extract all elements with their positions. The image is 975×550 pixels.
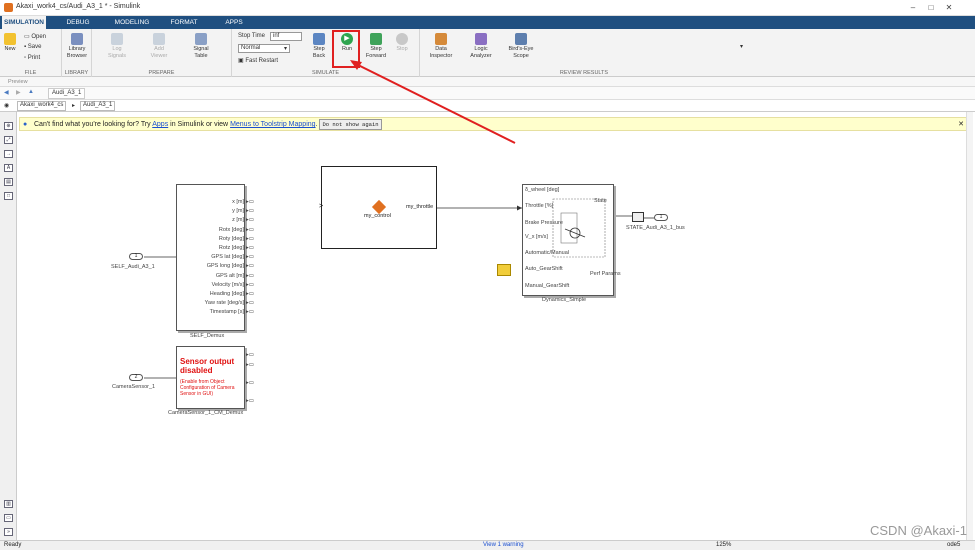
my-control-block[interactable]: my_control my_throttle > (319, 166, 437, 249)
vertical-scrollbar[interactable] (966, 112, 973, 540)
status-bar: Ready View 1 warning 125% ode5 (0, 540, 975, 550)
demux-port-label: y [m] (232, 208, 244, 215)
status-text: Ready (4, 542, 22, 548)
dynamics-state-port: State (594, 198, 607, 204)
demux-output-port: ▸▭ (246, 235, 254, 242)
demux-port-label: GPS long [deg] (206, 263, 244, 270)
demux-port-label: x [m] (232, 199, 244, 205)
demux-port-label: z [m] (232, 217, 244, 224)
camera-port: ▸▭ (246, 362, 254, 368)
demux-output-port: ▸▭ (246, 300, 254, 307)
dynamics-input-label: Manual_GearShift (525, 283, 570, 289)
demux-output-port: ▸▭ (246, 254, 254, 261)
matlab-function-icon (371, 199, 387, 215)
dynamics-input-label: Automatic/Manual (525, 250, 570, 256)
demux-port-label: Roty [deg] (218, 235, 244, 242)
sensor-disabled-title: Sensor output disabled (180, 357, 235, 375)
demux-port-label: Timestamp [s] (209, 309, 244, 316)
demux-output-port: ▸▭ (246, 263, 254, 270)
vehicle-diagram-icon (552, 198, 606, 258)
sensor-disabled-note: (Enable from Object Configuration of Cam… (180, 379, 235, 397)
control-name: my_control (364, 213, 391, 219)
control-input-port: > (319, 203, 324, 210)
demux-output-port: ▸▭ (246, 208, 254, 215)
demux-output-port: ▸▭ (246, 291, 254, 297)
bus-selector-block[interactable] (632, 212, 644, 222)
dynamics-input-label: δ_wheel [deg] (525, 187, 560, 193)
demux-output-port: ▸▭ (246, 309, 254, 316)
dynamics-input-label: Auto_GearShift (525, 266, 563, 272)
dynamics-input-label: Brake Pressure (525, 220, 563, 226)
gear-constant-block[interactable] (497, 264, 511, 276)
demux-port-label: Yaw rate [deg/s] (204, 300, 244, 307)
demux-port-label: Heading [deg] (209, 291, 244, 297)
state-outport-label: STATE_Audi_A3_1_bus (626, 225, 685, 231)
zoom-level: 125% (716, 542, 732, 548)
self-inport-label: SELF_Audi_A3_1 (111, 264, 155, 270)
demux-port-label: Velocity [m/s] (211, 281, 244, 288)
demux-output-port: ▸▭ (246, 217, 254, 224)
self-demux-caption: SELF_Demux (190, 333, 225, 339)
camera-port: ▸▭ (246, 380, 254, 386)
self-inport[interactable]: 1 (129, 253, 143, 260)
camera-inport[interactable]: 2 (129, 374, 143, 381)
dynamics-caption: Dynamics_Simple (542, 297, 587, 303)
control-output-label: my_throttle (406, 204, 434, 210)
watermark: CSDN @Akaxi-1 (870, 523, 967, 538)
camera-inport-label: CameraSensor_1 (112, 384, 156, 390)
demux-port-label: Rotx [deg] (218, 226, 244, 233)
demux-output-port: ▸▭ (246, 281, 254, 288)
dynamics-input-label: V_x [m/s] (525, 234, 548, 240)
demux-output-port: ▸▭ (246, 245, 254, 251)
dynamics-input-label: Throttle [%] (525, 203, 554, 209)
solver-name: ode5 (947, 542, 961, 548)
camera-port: ▸▭ (246, 352, 254, 358)
dynamics-perf-port: Perf Params (590, 271, 621, 277)
state-outport[interactable]: 1 (654, 214, 668, 221)
demux-port-label: GPS lat [deg] (211, 254, 244, 261)
demux-port-label: GPS alt [m] (215, 272, 244, 279)
camera-port: ▸▭ (246, 398, 254, 404)
diagram-wires (144, 60, 654, 379)
camera-demux-block[interactable]: Sensor output disabled (Enable from Obje… (176, 346, 245, 409)
warning-link[interactable]: View 1 warning (483, 541, 524, 550)
camera-demux-caption: CameraSensor_1_CM_Demux (168, 410, 244, 416)
demux-output-port: ▸▭ (246, 199, 254, 205)
demux-port-label: Rotz [deg] (218, 245, 244, 251)
demux-output-port: ▸▭ (246, 226, 254, 233)
demux-output-port: ▸▭ (246, 272, 254, 279)
